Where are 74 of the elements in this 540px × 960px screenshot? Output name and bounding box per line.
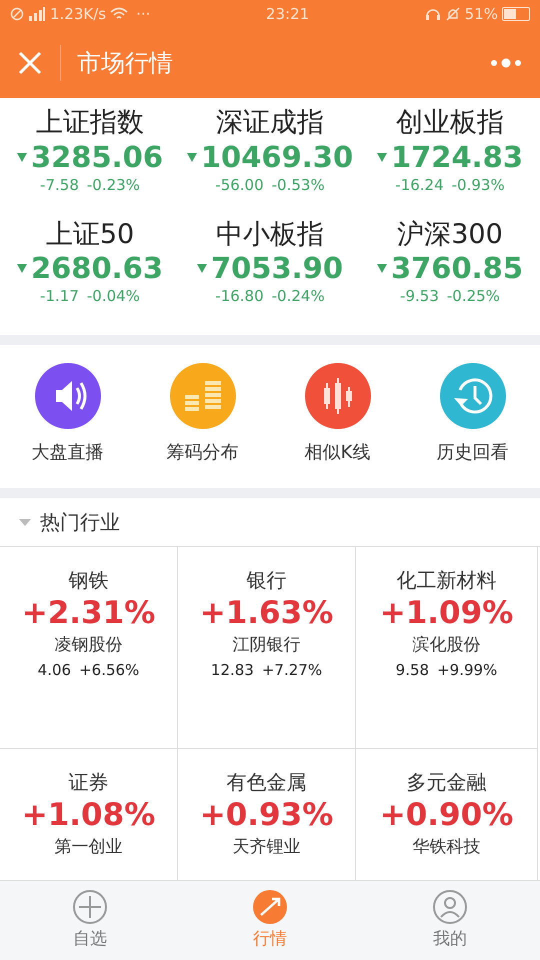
battery-percent: 51% (464, 4, 498, 25)
more-icon (488, 57, 524, 69)
index-value: 10469.30 (200, 140, 354, 175)
signal-icon (28, 7, 46, 21)
stock-price: 9.58 (396, 660, 430, 681)
index-name: 深证成指 (216, 106, 324, 140)
headset-icon (424, 7, 441, 21)
triangle-icon (196, 263, 207, 274)
sector-percent: +0.93% (200, 796, 334, 836)
sector-percent: +0.90% (380, 796, 514, 836)
index-value: 3285.06 (30, 140, 164, 175)
index-percent: -0.25% (446, 286, 500, 308)
bell-muted-icon (444, 7, 461, 21)
sector-percent: +2.31% (22, 594, 156, 634)
leading-stock: 华铁科技 (412, 836, 480, 860)
index-change: -9.53 (400, 286, 439, 308)
index-percent: -0.24% (272, 286, 325, 308)
trend-icon (252, 888, 288, 925)
leading-stock: 天齐锂业 (232, 836, 300, 860)
stock-change: +7.27% (262, 660, 322, 681)
sector-percent: +1.63% (200, 594, 334, 634)
sector-percent: +1.08% (22, 796, 156, 836)
leading-stock: 滨化股份 (412, 634, 480, 658)
triangle-icon (16, 152, 27, 163)
person-icon (432, 888, 468, 925)
triangle-icon (186, 152, 197, 163)
index-name: 创业板指 (396, 106, 504, 140)
section-header[interactable]: 热门行业 (0, 498, 540, 546)
page-title: 市场行情 (77, 48, 174, 79)
no-sim-icon (10, 7, 24, 21)
index-change: -16.24 (395, 174, 444, 196)
index-change: -7.58 (40, 174, 79, 196)
triangle-icon (376, 152, 387, 163)
sector-name: 化工新材料 (396, 567, 496, 594)
clock: 23:21 (266, 4, 310, 25)
index-value: 7053.90 (210, 251, 344, 286)
leading-stock: 江阴银行 (232, 634, 300, 658)
index-percent: -0.93% (452, 174, 505, 196)
sector-name: 多元金融 (406, 769, 486, 796)
triangle-icon (16, 263, 27, 274)
index-percent: -0.53% (272, 174, 325, 196)
close-icon (16, 49, 44, 77)
index-percent: -0.23% (86, 174, 140, 196)
stock-price: 4.06 (38, 660, 72, 681)
more-button[interactable] (488, 57, 524, 69)
index-name: 上证50 (46, 218, 134, 252)
index-value: 2680.63 (30, 251, 164, 286)
wifi-icon (110, 7, 128, 21)
index-change: -16.80 (215, 286, 264, 308)
index-name: 上证指数 (36, 106, 144, 140)
tab[interactable]: 自选 (0, 881, 180, 960)
index-value: 1724.83 (390, 140, 524, 175)
triangle-icon (376, 263, 387, 274)
index-change: -1.17 (40, 286, 79, 308)
index-percent: -0.04% (86, 286, 140, 308)
stock-change: +6.56% (79, 660, 140, 681)
sector-name: 证券 (68, 769, 108, 796)
sector-name: 钢铁 (68, 567, 108, 594)
sector-name: 银行 (246, 567, 286, 594)
leading-stock: 凌钢股份 (54, 634, 122, 658)
sector-name: 有色金属 (226, 769, 306, 796)
tab[interactable]: 我的 (360, 881, 540, 960)
plus-icon (72, 888, 108, 925)
stock-price: 12.83 (210, 660, 254, 681)
sector-percent: +1.09% (380, 594, 514, 634)
index-change: -56.00 (215, 174, 264, 196)
more-status: ··· (136, 4, 150, 25)
leading-stock: 第一创业 (54, 836, 122, 860)
index-name: 中小板指 (216, 218, 324, 252)
network-speed: 1.23K/s (50, 4, 106, 25)
index-value: 3760.85 (390, 251, 524, 286)
stock-change: +9.99% (437, 660, 498, 681)
index-name: 沪深300 (397, 218, 503, 252)
close-button[interactable] (16, 49, 44, 77)
